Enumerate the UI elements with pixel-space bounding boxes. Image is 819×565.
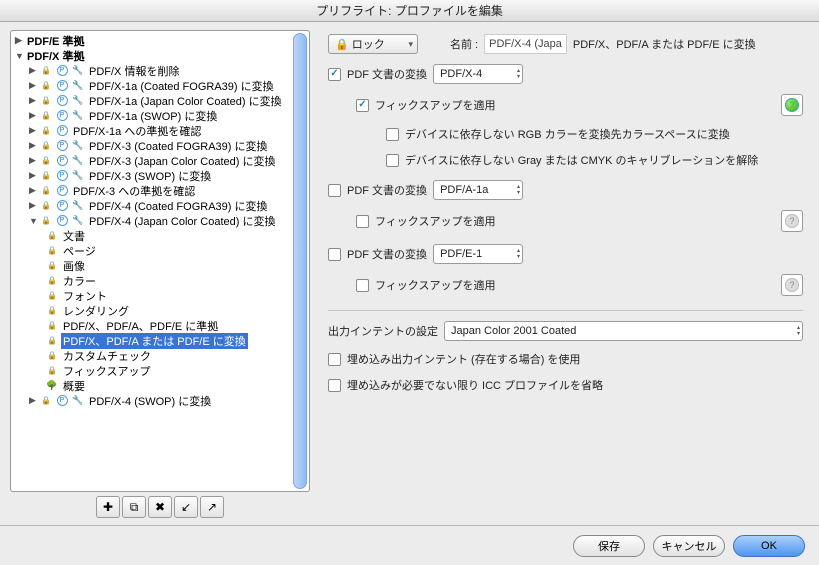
tree-item[interactable]: ▶PPDF/X-4 (SWOP) に変換: [11, 393, 309, 408]
tree-child[interactable]: PDF/X、PDF/A、PDF/E に準拠: [11, 318, 309, 333]
delete-button[interactable]: ✖: [148, 496, 172, 518]
help-icon[interactable]: ?: [781, 274, 803, 296]
conv1-select[interactable]: PDF/X-4: [433, 64, 523, 84]
tree-item[interactable]: ▶PPDF/X-3 (Coated FOGRA39) に変換: [11, 138, 309, 153]
tree-child-selected[interactable]: PDF/X、PDF/A または PDF/E に変換: [11, 333, 309, 348]
help-icon[interactable]: ?: [781, 210, 803, 232]
help-icon[interactable]: ?: [781, 94, 803, 116]
fixup2-checkbox[interactable]: [356, 215, 369, 228]
name-label: 名前 :: [450, 36, 478, 52]
tree-child[interactable]: カラー: [11, 273, 309, 288]
cancel-button[interactable]: キャンセル: [653, 535, 725, 557]
conv3-label: PDF 文書の変換: [347, 246, 427, 262]
tree-item[interactable]: ▶PPDF/X-1a (Japan Color Coated) に変換: [11, 93, 309, 108]
tree-item[interactable]: ▶PPDF/X-3 (Japan Color Coated) に変換: [11, 153, 309, 168]
fixup2-label: フィックスアップを適用: [375, 213, 495, 229]
tree-child[interactable]: フィックスアップ: [11, 363, 309, 378]
tree-root-pdfx[interactable]: ▼PDF/X 準拠: [11, 48, 309, 63]
devrgb-checkbox[interactable]: [386, 128, 399, 141]
fixup3-label: フィックスアップを適用: [375, 277, 495, 293]
export-button[interactable]: ↗: [200, 496, 224, 518]
devrgb-label: デバイスに依存しない RGB カラーを変換先カラースペースに変換: [405, 126, 730, 142]
output-intent-select[interactable]: Japan Color 2001 Coated: [444, 321, 803, 341]
conv3-checkbox[interactable]: [328, 248, 341, 261]
output-intent-label: 出力インテントの設定: [328, 323, 438, 339]
profile-tree: ▶PDF/E 準拠 ▼PDF/X 準拠 ▶PPDF/X 情報を削除 ▶PPDF/…: [10, 30, 310, 492]
fixup1-label: フィックスアップを適用: [375, 97, 495, 113]
save-button[interactable]: 保存: [573, 535, 645, 557]
embed2-label: 埋め込みが必要でない限り ICC プロファイルを省略: [347, 377, 603, 393]
conv1-label: PDF 文書の変換: [347, 66, 427, 82]
conv1-checkbox[interactable]: [328, 68, 341, 81]
tree-item[interactable]: ▶PPDF/X-1a への準拠を確認: [11, 123, 309, 138]
ok-button[interactable]: OK: [733, 535, 805, 557]
tree-child[interactable]: ページ: [11, 243, 309, 258]
duplicate-button[interactable]: ⧉: [122, 496, 146, 518]
fixup1-checkbox[interactable]: [356, 99, 369, 112]
tree-item[interactable]: ▶PPDF/X-1a (SWOP) に変換: [11, 108, 309, 123]
tree-item[interactable]: ▶PPDF/X-4 (Coated FOGRA39) に変換: [11, 198, 309, 213]
name-field[interactable]: PDF/X-4 (Japa: [484, 34, 567, 54]
devgray-checkbox[interactable]: [386, 154, 399, 167]
conv2-checkbox[interactable]: [328, 184, 341, 197]
window-title: プリフライト: プロファイルを編集: [0, 0, 819, 22]
fixup3-checkbox[interactable]: [356, 279, 369, 292]
tree-child[interactable]: カスタムチェック: [11, 348, 309, 363]
tree-item[interactable]: ▶PPDF/X-3 への準拠を確認: [11, 183, 309, 198]
import-button[interactable]: ↙: [174, 496, 198, 518]
devgray-label: デバイスに依存しない Gray または CMYK のキャリブレーションを解除: [405, 152, 758, 168]
embed2-checkbox[interactable]: [328, 379, 341, 392]
tree-root-pdfe[interactable]: ▶PDF/E 準拠: [11, 33, 309, 48]
tree-child[interactable]: 画像: [11, 258, 309, 273]
name-tail: PDF/X、PDF/A または PDF/E に変換: [573, 36, 756, 52]
tree-child[interactable]: 概要: [11, 378, 309, 393]
tree-child[interactable]: フォント: [11, 288, 309, 303]
tree-child[interactable]: レンダリング: [11, 303, 309, 318]
tree-item[interactable]: ▶PPDF/X-1a (Coated FOGRA39) に変換: [11, 78, 309, 93]
tree-item[interactable]: ▶PPDF/X-3 (SWOP) に変換: [11, 168, 309, 183]
lock-select[interactable]: 🔒 ロック: [328, 34, 418, 54]
conv3-select[interactable]: PDF/E-1: [433, 244, 523, 264]
lock-icon: 🔒: [335, 38, 349, 51]
tree-item[interactable]: ▶PPDF/X 情報を削除: [11, 63, 309, 78]
tree-item-expanded[interactable]: ▼PPDF/X-4 (Japan Color Coated) に変換: [11, 213, 309, 228]
embed1-label: 埋め込み出力インテント (存在する場合) を使用: [347, 351, 580, 367]
embed1-checkbox[interactable]: [328, 353, 341, 366]
add-button[interactable]: ✚: [96, 496, 120, 518]
tree-child[interactable]: 文書: [11, 228, 309, 243]
conv2-label: PDF 文書の変換: [347, 182, 427, 198]
conv2-select[interactable]: PDF/A-1a: [433, 180, 523, 200]
scrollbar[interactable]: [293, 33, 307, 489]
